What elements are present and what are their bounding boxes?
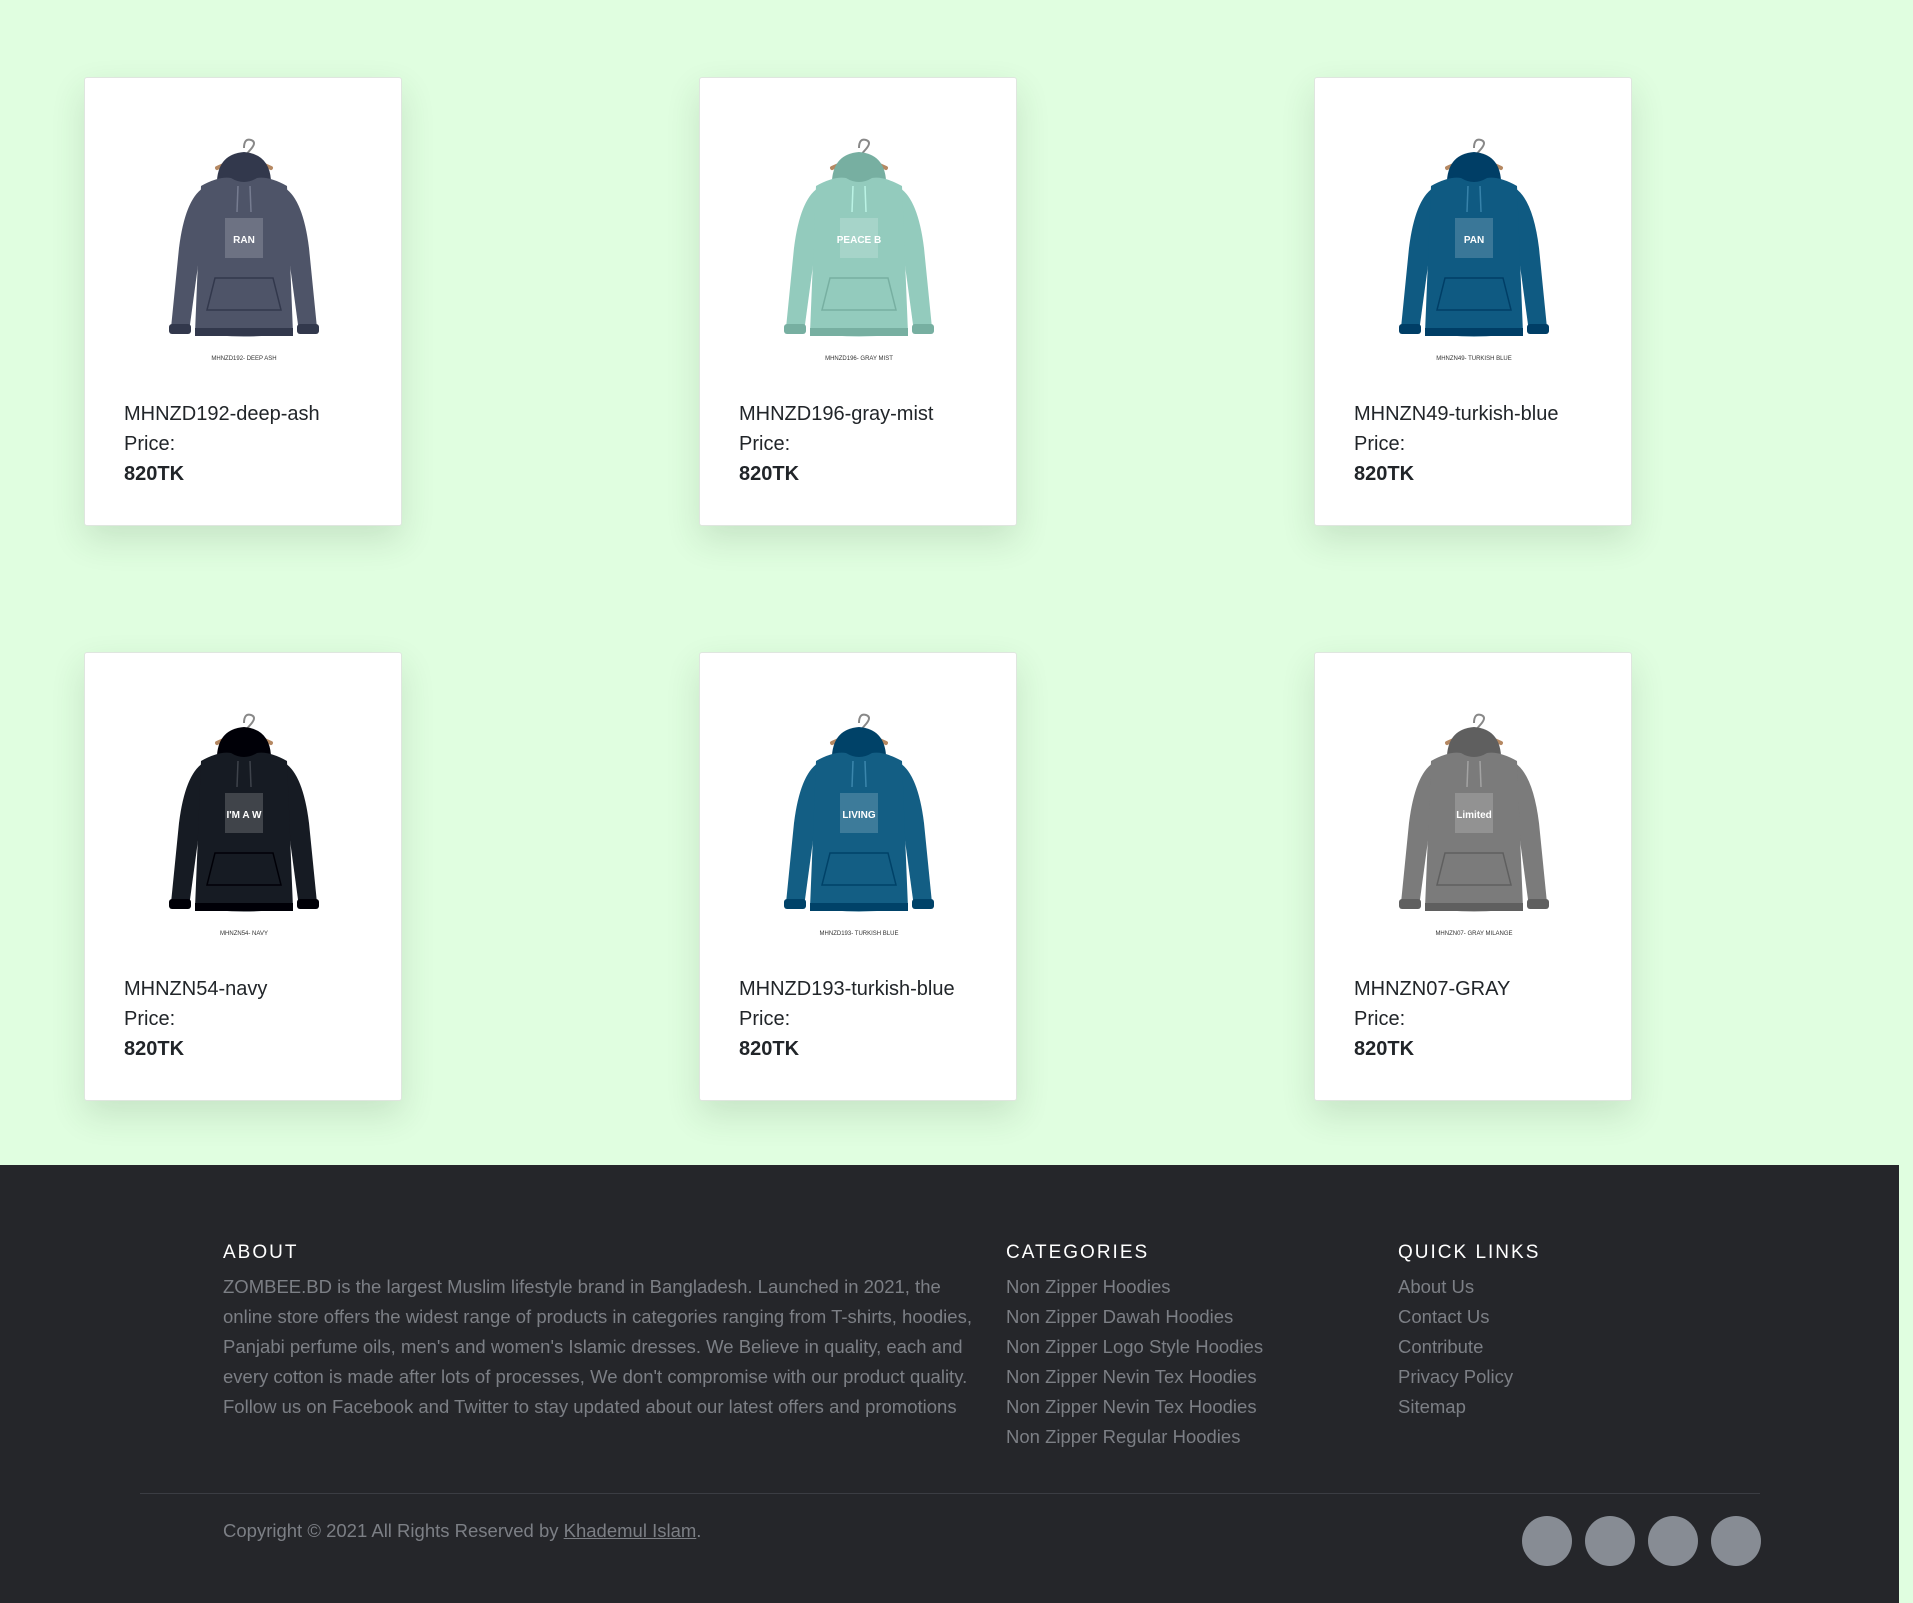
svg-text:LIVING: LIVING <box>842 810 876 821</box>
quick-link-privacy-policy[interactable]: Privacy Policy <box>1398 1362 1513 1392</box>
product-price: 820TK <box>124 463 185 485</box>
price-label: Price: <box>739 433 791 455</box>
product-price: 820TK <box>739 463 800 485</box>
product-image[interactable]: PEACE B MHNZD196- GRAY MIST <box>760 128 958 368</box>
categories-heading: CATEGORIES <box>1006 1242 1150 1263</box>
product-name[interactable]: MHNZN54-navy <box>124 978 267 1001</box>
categories-list: Non Zipper Hoodies Non Zipper Dawah Hood… <box>1006 1272 1263 1452</box>
product-image[interactable]: RAN MHNZD192- DEEP ASH <box>145 128 343 368</box>
product-card[interactable]: RAN MHNZD192- DEEP ASH MHNZD192-deep-ash … <box>84 77 402 526</box>
category-link[interactable]: Non Zipper Hoodies <box>1006 1272 1263 1302</box>
site-footer: ABOUT ZOMBEE.BD is the largest Muslim li… <box>0 1165 1899 1603</box>
product-name[interactable]: MHNZN07-GRAY <box>1354 978 1510 1001</box>
price-label: Price: <box>124 433 176 455</box>
product-name[interactable]: MHNZD192-deep-ash <box>124 403 320 426</box>
quick-links-list: About Us Contact Us Contribute Privacy P… <box>1398 1272 1513 1422</box>
price-label: Price: <box>1354 433 1406 455</box>
instagram-icon[interactable] <box>1648 1516 1698 1566</box>
svg-text:RAN: RAN <box>233 235 255 246</box>
quick-links-heading: QUICK LINKS <box>1398 1242 1541 1263</box>
product-image[interactable]: PAN MHNZN49- TURKISH BLUE <box>1375 128 1573 368</box>
product-card[interactable]: I'M A W MHNZN54- NAVY MHNZN54-navy Price:… <box>84 652 402 1101</box>
quick-link-contact-us[interactable]: Contact Us <box>1398 1302 1513 1332</box>
svg-text:Limited: Limited <box>1456 810 1492 821</box>
svg-text:PAN: PAN <box>1464 235 1484 246</box>
product-name[interactable]: MHNZD193-turkish-blue <box>739 978 955 1001</box>
about-text: ZOMBEE.BD is the largest Muslim lifestyl… <box>223 1276 972 1417</box>
product-name[interactable]: MHNZD196-gray-mist <box>739 403 933 426</box>
product-image[interactable]: Limited MHNZN07- GRAY MILANGE <box>1375 703 1573 943</box>
author-link[interactable]: Khademul Islam <box>564 1520 697 1541</box>
quick-link-contribute[interactable]: Contribute <box>1398 1332 1513 1362</box>
svg-text:MHNZN54- NAVY: MHNZN54- NAVY <box>220 931 268 937</box>
twitter-icon[interactable] <box>1585 1516 1635 1566</box>
svg-text:MHNZN07- GRAY MILANGE: MHNZN07- GRAY MILANGE <box>1435 931 1512 937</box>
price-label: Price: <box>739 1008 791 1030</box>
product-card[interactable]: Limited MHNZN07- GRAY MILANGE MHNZN07-GRA… <box>1314 652 1632 1101</box>
category-link[interactable]: Non Zipper Logo Style Hoodies <box>1006 1332 1263 1362</box>
product-image[interactable]: LIVING MHNZD193- TURKISH BLUE <box>760 703 958 943</box>
category-link[interactable]: Non Zipper Dawah Hoodies <box>1006 1302 1263 1332</box>
product-card[interactable]: PAN MHNZN49- TURKISH BLUE MHNZN49-turkish… <box>1314 77 1632 526</box>
svg-text:MHNZD193- TURKISH BLUE: MHNZD193- TURKISH BLUE <box>820 931 899 937</box>
product-image[interactable]: I'M A W MHNZN54- NAVY <box>145 703 343 943</box>
product-price: 820TK <box>739 1038 800 1060</box>
linkedin-icon[interactable] <box>1711 1516 1761 1566</box>
category-link[interactable]: Non Zipper Nevin Tex Hoodies <box>1006 1392 1263 1422</box>
svg-text:MHNZD196- GRAY MIST: MHNZD196- GRAY MIST <box>825 356 893 362</box>
svg-text:I'M A W: I'M A W <box>227 810 263 821</box>
quick-link-sitemap[interactable]: Sitemap <box>1398 1392 1513 1422</box>
quick-link-about-us[interactable]: About Us <box>1398 1272 1513 1302</box>
product-card[interactable]: LIVING MHNZD193- TURKISH BLUE MHNZD193-tu… <box>699 652 1017 1101</box>
svg-text:PEACE B: PEACE B <box>837 235 881 246</box>
svg-text:MHNZD192- DEEP ASH: MHNZD192- DEEP ASH <box>211 356 276 362</box>
category-link[interactable]: Non Zipper Regular Hoodies <box>1006 1422 1263 1452</box>
product-name[interactable]: MHNZN49-turkish-blue <box>1354 403 1559 426</box>
product-price: 820TK <box>1354 1038 1415 1060</box>
svg-text:MHNZN49- TURKISH BLUE: MHNZN49- TURKISH BLUE <box>1436 356 1512 362</box>
facebook-icon[interactable] <box>1522 1516 1572 1566</box>
product-price: 820TK <box>124 1038 185 1060</box>
price-label: Price: <box>124 1008 176 1030</box>
product-price: 820TK <box>1354 463 1415 485</box>
copyright-prefix: Copyright © 2021 All Rights Reserved by <box>223 1520 559 1541</box>
category-link[interactable]: Non Zipper Nevin Tex Hoodies <box>1006 1362 1263 1392</box>
price-label: Price: <box>1354 1008 1406 1030</box>
copyright-text: Copyright © 2021 All Rights Reserved by … <box>223 1520 701 1542</box>
footer-divider <box>140 1493 1760 1494</box>
about-heading: ABOUT <box>223 1242 299 1263</box>
product-card[interactable]: PEACE B MHNZD196- GRAY MIST MHNZD196-gray… <box>699 77 1017 526</box>
product-grid: RAN MHNZD192- DEEP ASH MHNZD192-deep-ash … <box>0 0 1913 1165</box>
copyright-suffix: . <box>696 1520 702 1541</box>
